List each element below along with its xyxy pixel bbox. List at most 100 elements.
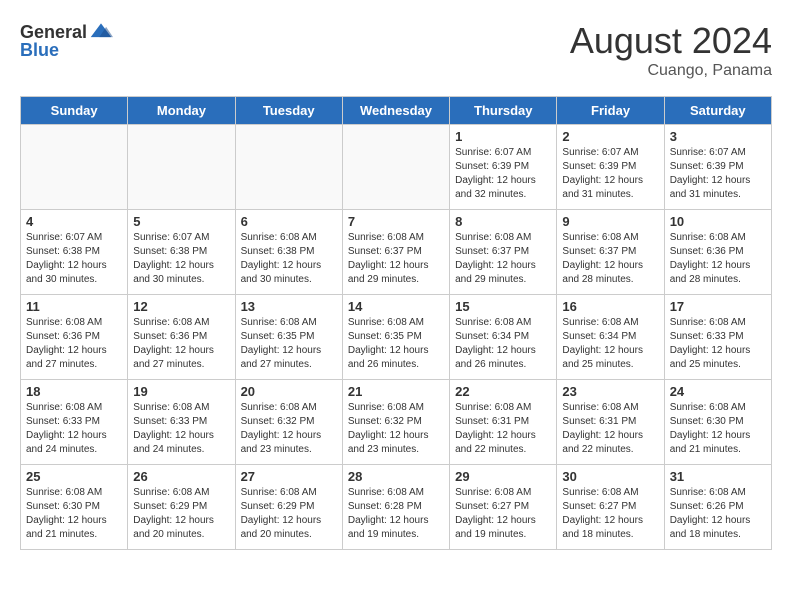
day-number: 13 xyxy=(241,299,337,314)
day-number: 10 xyxy=(670,214,766,229)
day-info: Sunrise: 6:08 AM Sunset: 6:31 PM Dayligh… xyxy=(455,401,551,457)
day-info: Sunrise: 6:08 AM Sunset: 6:26 PM Dayligh… xyxy=(670,486,766,542)
calendar-day-cell: 28 Sunrise: 6:08 AM Sunset: 6:28 PM Dayli… xyxy=(342,465,449,550)
calendar-week-row: 25 Sunrise: 6:08 AM Sunset: 6:30 PM Dayli… xyxy=(21,465,772,550)
calendar-day-cell: 29Sunrise: 6:08 AM Sunset: 6:27 PM Dayli… xyxy=(450,465,557,550)
day-number: 14 xyxy=(348,299,444,314)
day-number: 29 xyxy=(455,469,551,484)
weekday-header: Saturday xyxy=(664,97,771,125)
calendar-day-cell: 14 Sunrise: 6:08 AM Sunset: 6:35 PM Dayli… xyxy=(342,295,449,380)
day-info: Sunrise: 6:07 AM Sunset: 6:39 PM Dayligh… xyxy=(562,146,658,202)
day-number: 3 xyxy=(670,129,766,144)
calendar-day-cell: 25 Sunrise: 6:08 AM Sunset: 6:30 PM Dayli… xyxy=(21,465,128,550)
calendar-day-cell: 1 Sunrise: 6:07 AM Sunset: 6:39 PM Daylig… xyxy=(450,125,557,210)
weekday-header: Monday xyxy=(128,97,235,125)
day-info: Sunrise: 6:08 AM Sunset: 6:29 PM Dayligh… xyxy=(133,486,229,542)
calendar-day-cell: 24 Sunrise: 6:08 AM Sunset: 6:30 PM Dayli… xyxy=(664,380,771,465)
day-number: 20 xyxy=(241,384,337,399)
calendar-day-cell: 18 Sunrise: 6:08 AM Sunset: 6:33 PM Dayli… xyxy=(21,380,128,465)
calendar-day-cell xyxy=(342,125,449,210)
day-number: 5 xyxy=(133,214,229,229)
day-number: 27 xyxy=(241,469,337,484)
calendar-day-cell: 6 Sunrise: 6:08 AM Sunset: 6:38 PM Daylig… xyxy=(235,210,342,295)
day-info: Sunrise: 6:08 AM Sunset: 6:30 PM Dayligh… xyxy=(26,486,122,542)
day-number: 25 xyxy=(26,469,122,484)
day-number: 30 xyxy=(562,469,658,484)
day-number: 26 xyxy=(133,469,229,484)
calendar-day-cell: 2 Sunrise: 6:07 AM Sunset: 6:39 PM Daylig… xyxy=(557,125,664,210)
day-info: Sunrise: 6:08 AM Sunset: 6:35 PM Dayligh… xyxy=(348,316,444,372)
calendar-day-cell: 31 Sunrise: 6:08 AM Sunset: 6:26 PM Dayli… xyxy=(664,465,771,550)
day-info: Sunrise: 6:08 AM Sunset: 6:28 PM Dayligh… xyxy=(348,486,444,542)
day-info: Sunrise: 6:08 AM Sunset: 6:27 PM Dayligh… xyxy=(562,486,658,542)
day-info: Sunrise: 6:07 AM Sunset: 6:39 PM Dayligh… xyxy=(670,146,766,202)
calendar-day-cell: 21Sunrise: 6:08 AM Sunset: 6:32 PM Dayli… xyxy=(342,380,449,465)
weekday-header: Friday xyxy=(557,97,664,125)
day-info: Sunrise: 6:08 AM Sunset: 6:34 PM Dayligh… xyxy=(455,316,551,372)
weekday-header-row: SundayMondayTuesdayWednesdayThursdayFrid… xyxy=(21,97,772,125)
calendar-day-cell: 16Sunrise: 6:08 AM Sunset: 6:34 PM Dayli… xyxy=(557,295,664,380)
day-info: Sunrise: 6:07 AM Sunset: 6:39 PM Dayligh… xyxy=(455,146,551,202)
calendar-day-cell: 15 Sunrise: 6:08 AM Sunset: 6:34 PM Dayli… xyxy=(450,295,557,380)
page-header: General Blue August 2024 Cuango, Panama xyxy=(20,20,772,80)
day-info: Sunrise: 6:08 AM Sunset: 6:32 PM Dayligh… xyxy=(241,401,337,457)
day-number: 23 xyxy=(562,384,658,399)
day-info: Sunrise: 6:08 AM Sunset: 6:34 PM Dayligh… xyxy=(562,316,658,372)
day-number: 18 xyxy=(26,384,122,399)
calendar-day-cell: 19 Sunrise: 6:08 AM Sunset: 6:33 PM Dayli… xyxy=(128,380,235,465)
calendar-day-cell: 11 Sunrise: 6:08 AM Sunset: 6:36 PM Dayli… xyxy=(21,295,128,380)
calendar-day-cell: 27 Sunrise: 6:08 AM Sunset: 6:29 PM Dayli… xyxy=(235,465,342,550)
day-info: Sunrise: 6:08 AM Sunset: 6:31 PM Dayligh… xyxy=(562,401,658,457)
calendar-day-cell: 12 Sunrise: 6:08 AM Sunset: 6:36 PM Dayli… xyxy=(128,295,235,380)
day-number: 7 xyxy=(348,214,444,229)
calendar-day-cell: 9Sunrise: 6:08 AM Sunset: 6:37 PM Daylig… xyxy=(557,210,664,295)
calendar-day-cell: 22 Sunrise: 6:08 AM Sunset: 6:31 PM Dayli… xyxy=(450,380,557,465)
day-number: 1 xyxy=(455,129,551,144)
month-title: August 2024 xyxy=(570,20,772,62)
day-info: Sunrise: 6:08 AM Sunset: 6:33 PM Dayligh… xyxy=(670,316,766,372)
calendar-table: SundayMondayTuesdayWednesdayThursdayFrid… xyxy=(20,96,772,550)
calendar-week-row: 1 Sunrise: 6:07 AM Sunset: 6:39 PM Daylig… xyxy=(21,125,772,210)
day-number: 4 xyxy=(26,214,122,229)
day-info: Sunrise: 6:08 AM Sunset: 6:30 PM Dayligh… xyxy=(670,401,766,457)
calendar-day-cell xyxy=(21,125,128,210)
calendar-day-cell xyxy=(235,125,342,210)
day-number: 24 xyxy=(670,384,766,399)
logo: General Blue xyxy=(20,20,113,61)
day-info: Sunrise: 6:08 AM Sunset: 6:36 PM Dayligh… xyxy=(133,316,229,372)
calendar-day-cell: 30 Sunrise: 6:08 AM Sunset: 6:27 PM Dayli… xyxy=(557,465,664,550)
day-info: Sunrise: 6:08 AM Sunset: 6:36 PM Dayligh… xyxy=(670,231,766,287)
calendar-day-cell: 20 Sunrise: 6:08 AM Sunset: 6:32 PM Dayli… xyxy=(235,380,342,465)
day-number: 11 xyxy=(26,299,122,314)
day-info: Sunrise: 6:08 AM Sunset: 6:29 PM Dayligh… xyxy=(241,486,337,542)
day-number: 9 xyxy=(562,214,658,229)
day-info: Sunrise: 6:08 AM Sunset: 6:36 PM Dayligh… xyxy=(26,316,122,372)
calendar-week-row: 18 Sunrise: 6:08 AM Sunset: 6:33 PM Dayli… xyxy=(21,380,772,465)
weekday-header: Tuesday xyxy=(235,97,342,125)
day-info: Sunrise: 6:08 AM Sunset: 6:37 PM Dayligh… xyxy=(348,231,444,287)
calendar-day-cell: 10 Sunrise: 6:08 AM Sunset: 6:36 PM Dayli… xyxy=(664,210,771,295)
calendar-day-cell: 4 Sunrise: 6:07 AM Sunset: 6:38 PM Daylig… xyxy=(21,210,128,295)
day-info: Sunrise: 6:08 AM Sunset: 6:33 PM Dayligh… xyxy=(26,401,122,457)
day-number: 31 xyxy=(670,469,766,484)
day-info: Sunrise: 6:07 AM Sunset: 6:38 PM Dayligh… xyxy=(26,231,122,287)
day-info: Sunrise: 6:08 AM Sunset: 6:38 PM Dayligh… xyxy=(241,231,337,287)
calendar-day-cell: 5Sunrise: 6:07 AM Sunset: 6:38 PM Daylig… xyxy=(128,210,235,295)
location: Cuango, Panama xyxy=(570,62,772,80)
day-number: 2 xyxy=(562,129,658,144)
day-info: Sunrise: 6:08 AM Sunset: 6:33 PM Dayligh… xyxy=(133,401,229,457)
title-block: August 2024 Cuango, Panama xyxy=(570,20,772,80)
day-info: Sunrise: 6:08 AM Sunset: 6:35 PM Dayligh… xyxy=(241,316,337,372)
day-number: 6 xyxy=(241,214,337,229)
calendar-day-cell xyxy=(128,125,235,210)
day-info: Sunrise: 6:08 AM Sunset: 6:37 PM Dayligh… xyxy=(455,231,551,287)
calendar-day-cell: 8Sunrise: 6:08 AM Sunset: 6:37 PM Daylig… xyxy=(450,210,557,295)
day-number: 28 xyxy=(348,469,444,484)
day-number: 19 xyxy=(133,384,229,399)
day-number: 15 xyxy=(455,299,551,314)
day-number: 12 xyxy=(133,299,229,314)
day-number: 17 xyxy=(670,299,766,314)
calendar-week-row: 4 Sunrise: 6:07 AM Sunset: 6:38 PM Daylig… xyxy=(21,210,772,295)
day-number: 22 xyxy=(455,384,551,399)
weekday-header: Thursday xyxy=(450,97,557,125)
